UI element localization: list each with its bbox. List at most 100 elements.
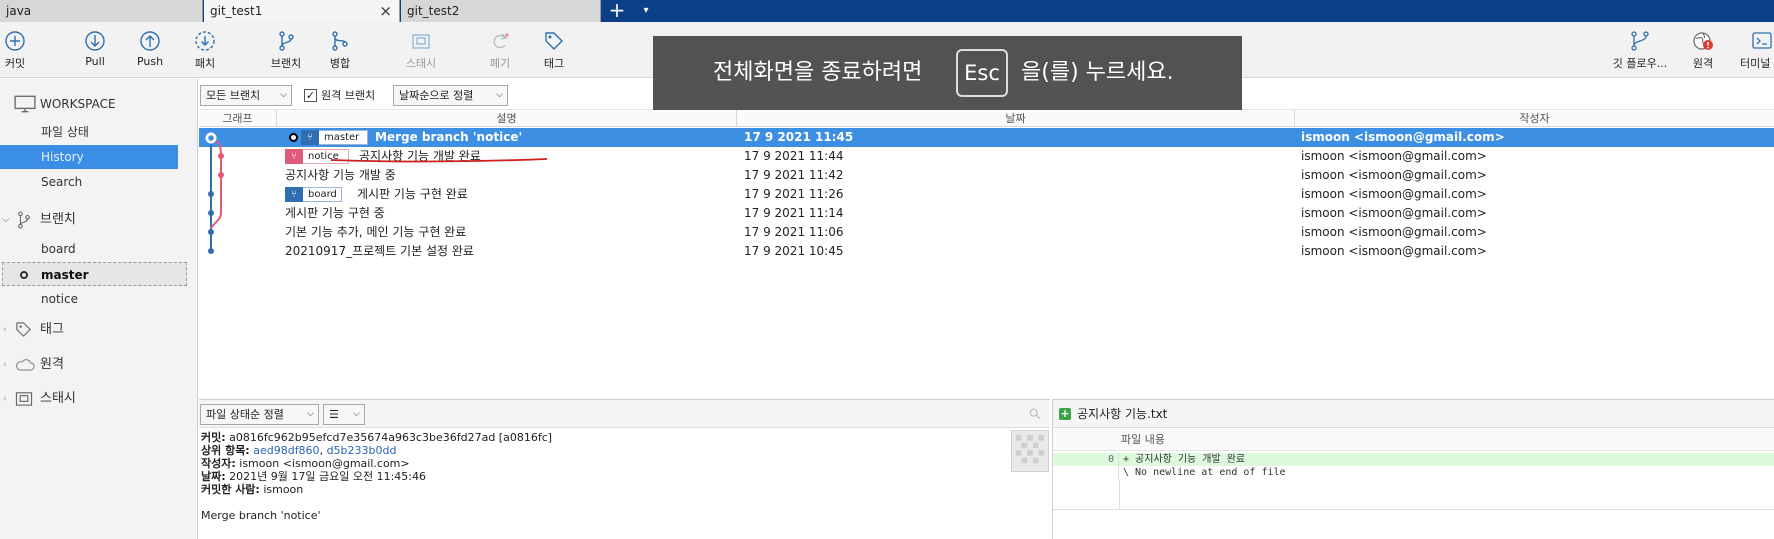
commit-row[interactable]: 20210917_프로젝트 기본 설정 완료 17 9 2021 10:45 i… (199, 242, 1774, 261)
commit-date: 17 9 2021 11:26 (744, 187, 844, 201)
sidebar-workspace-label: WORKSPACE (40, 97, 116, 111)
pull-button[interactable]: Pull (73, 30, 117, 76)
commit-detail-text: 커밋: a0816fc962b95efcd7e35674a963c3be36fd… (201, 431, 552, 522)
file-sort-select[interactable]: 파일 상태순 정렬 ⌵ (200, 404, 319, 425)
commit-date-line: 날짜: 2021년 9월 17일 금요일 오전 11:45:46 (201, 470, 552, 483)
commit-date: 17 9 2021 10:45 (744, 244, 844, 258)
diff-line-text: \ No newline at end of file (1123, 467, 1286, 478)
column-author[interactable]: 작성자 (1295, 110, 1774, 127)
current-branch-icon (20, 271, 28, 279)
parent-link[interactable]: aed98df860 (253, 444, 319, 457)
commit-description: 20210917_프로젝트 기본 설정 완료 (285, 244, 474, 258)
diff-file-header: + 공지사항 기능.txt (1053, 400, 1774, 428)
commit-icon (5, 31, 25, 51)
diff-line-number: 0 (1053, 453, 1119, 466)
divider (1053, 509, 1774, 510)
chevron-down-icon: ⌵ (280, 90, 287, 100)
graph-node (208, 248, 214, 254)
stash-button[interactable]: 스태시 (399, 30, 443, 76)
stash-label: 스태시 (405, 57, 437, 70)
sidebar-stashes-header[interactable]: › 스태시 (0, 386, 180, 412)
cloud-icon (16, 359, 35, 371)
sort-order-select[interactable]: 날짜순으로 정렬 ⌵ (393, 85, 508, 106)
merge-label: 병합 (329, 57, 351, 70)
discard-button[interactable]: 폐기 (478, 30, 522, 76)
commit-row[interactable]: 기본 기능 추가, 메인 기능 구현 완료 17 9 2021 11:06 is… (199, 223, 1774, 242)
tab-git-test2[interactable]: git_test2 (401, 0, 601, 22)
tag-icon (16, 322, 31, 337)
add-tab-icon[interactable]: + (606, 0, 628, 21)
sidebar-item-file-status[interactable]: 파일 상태 (0, 120, 178, 144)
git-flow-button[interactable]: 깃 플로우... (1613, 30, 1667, 76)
push-icon (140, 31, 160, 51)
branch-badge-master[interactable]: ⑂ master (301, 130, 368, 145)
search-icon[interactable] (1029, 408, 1041, 420)
sidebar-branch-notice[interactable]: notice (0, 287, 178, 311)
tag-label: 태그 (543, 57, 565, 70)
diff-line: 0 + 공지사항 기능 개발 완료 (1053, 453, 1774, 466)
sidebar-branch-master[interactable]: master (2, 262, 187, 286)
sidebar-item-search[interactable]: Search (0, 170, 178, 194)
file-view-select[interactable]: ☰ ⌵ (323, 404, 365, 425)
tab-git-test1[interactable]: git_test1 × (204, 0, 400, 22)
commit-list: ⑂ master Merge branch 'notice' 17 9 2021 … (199, 128, 1774, 398)
chevron-down-icon: ⌵ (307, 409, 314, 419)
sidebar-tags-header[interactable]: › 태그 (0, 317, 180, 343)
file-added-icon: + (1059, 407, 1071, 420)
commit-list-header: 그래프 설명 날짜 작성자 (199, 109, 1774, 127)
sidebar-tags-label: 태그 (40, 322, 64, 337)
commit-button[interactable]: 커밋 (0, 30, 37, 76)
graph-node (206, 133, 216, 143)
sidebar-branch-board[interactable]: board (0, 237, 178, 261)
terminal-label: 터미널 (1740, 57, 1771, 70)
sidebar-branches-header[interactable]: ⌵ 브랜치 (0, 207, 180, 233)
commit-author: ismoon <ismoon@gmail.com> (1301, 206, 1487, 220)
remote-button[interactable]: 원격 (1681, 30, 1725, 76)
push-button[interactable]: Push (128, 30, 172, 76)
sidebar-remotes-header[interactable]: › 원격 (0, 352, 180, 378)
column-graph[interactable]: 그래프 (199, 110, 277, 127)
commit-description: 게시판 기능 구현 완료 (357, 187, 468, 201)
fetch-button[interactable]: 패치 (183, 30, 227, 76)
git-flow-label: 깃 플로우... (1612, 57, 1668, 70)
column-description[interactable]: 설명 (277, 110, 737, 127)
tab-menu-icon[interactable]: ▾ (638, 0, 654, 22)
identicon-icon (1015, 434, 1045, 464)
tag-button[interactable]: 태그 (532, 30, 576, 76)
tab-label: java (6, 4, 32, 18)
commit-message: Merge branch 'notice' (201, 509, 321, 522)
file-sort-value: 파일 상태순 정렬 (206, 408, 284, 421)
parent-link[interactable]: d5b233b0dd (327, 444, 397, 457)
branch-icon: ⑂ (285, 187, 303, 202)
sidebar-item-history[interactable]: History (0, 145, 178, 169)
branch-filter-select[interactable]: 모든 브랜치 ⌵ (200, 85, 292, 106)
terminal-button[interactable]: 터미널 (1740, 30, 1774, 76)
close-icon[interactable]: × (379, 0, 392, 22)
commit-row[interactable]: 게시판 기능 구현 중 17 9 2021 11:14 ismoon <ismo… (199, 204, 1774, 223)
gutter-divider (1119, 479, 1120, 509)
column-date[interactable]: 날짜 (737, 110, 1295, 127)
branch-icon: ⑂ (301, 130, 319, 145)
show-remote-branches-checkbox[interactable]: ✓ 원격 브랜치 (304, 88, 375, 103)
remote-label: 원격 (1692, 57, 1714, 70)
branch-badge-board[interactable]: ⑂ board (285, 187, 342, 202)
chevron-down-icon: ⌵ (2, 214, 10, 225)
sidebar: WORKSPACE 파일 상태 History Search ⌵ 브랜치 boa… (0, 79, 198, 539)
sidebar-workspace-header[interactable]: WORKSPACE (14, 91, 194, 117)
commit-description: 게시판 기능 구현 중 (285, 206, 385, 220)
commit-row[interactable]: 공지사항 기능 개발 중 17 9 2021 11:42 ismoon <ism… (199, 166, 1774, 185)
graph-node (218, 153, 224, 159)
commit-author: ismoon <ismoon@gmail.com> (1301, 149, 1487, 163)
commit-author: ismoon <ismoon@gmail.com> (1301, 187, 1487, 201)
tab-bar: java git_test1 × git_test2 + ▾ (0, 0, 1774, 22)
branch-filter-value: 모든 브랜치 (206, 89, 261, 102)
merge-button[interactable]: 병합 (318, 30, 362, 76)
commit-hash-value: a0816fc962b95efcd7e35674a963c3be36fd27ad… (229, 431, 553, 444)
commit-row[interactable]: ⑂ master Merge branch 'notice' 17 9 2021 … (199, 128, 1774, 147)
diff-line-number (1053, 466, 1119, 479)
git-flow-icon (1631, 31, 1649, 51)
commit-row[interactable]: ⑂ board 게시판 기능 구현 완료 17 9 2021 11:26 ismo… (199, 185, 1774, 204)
tab-java[interactable]: java (0, 0, 203, 22)
sidebar-remotes-label: 원격 (40, 357, 64, 372)
branch-button[interactable]: 브랜치 (264, 30, 308, 76)
